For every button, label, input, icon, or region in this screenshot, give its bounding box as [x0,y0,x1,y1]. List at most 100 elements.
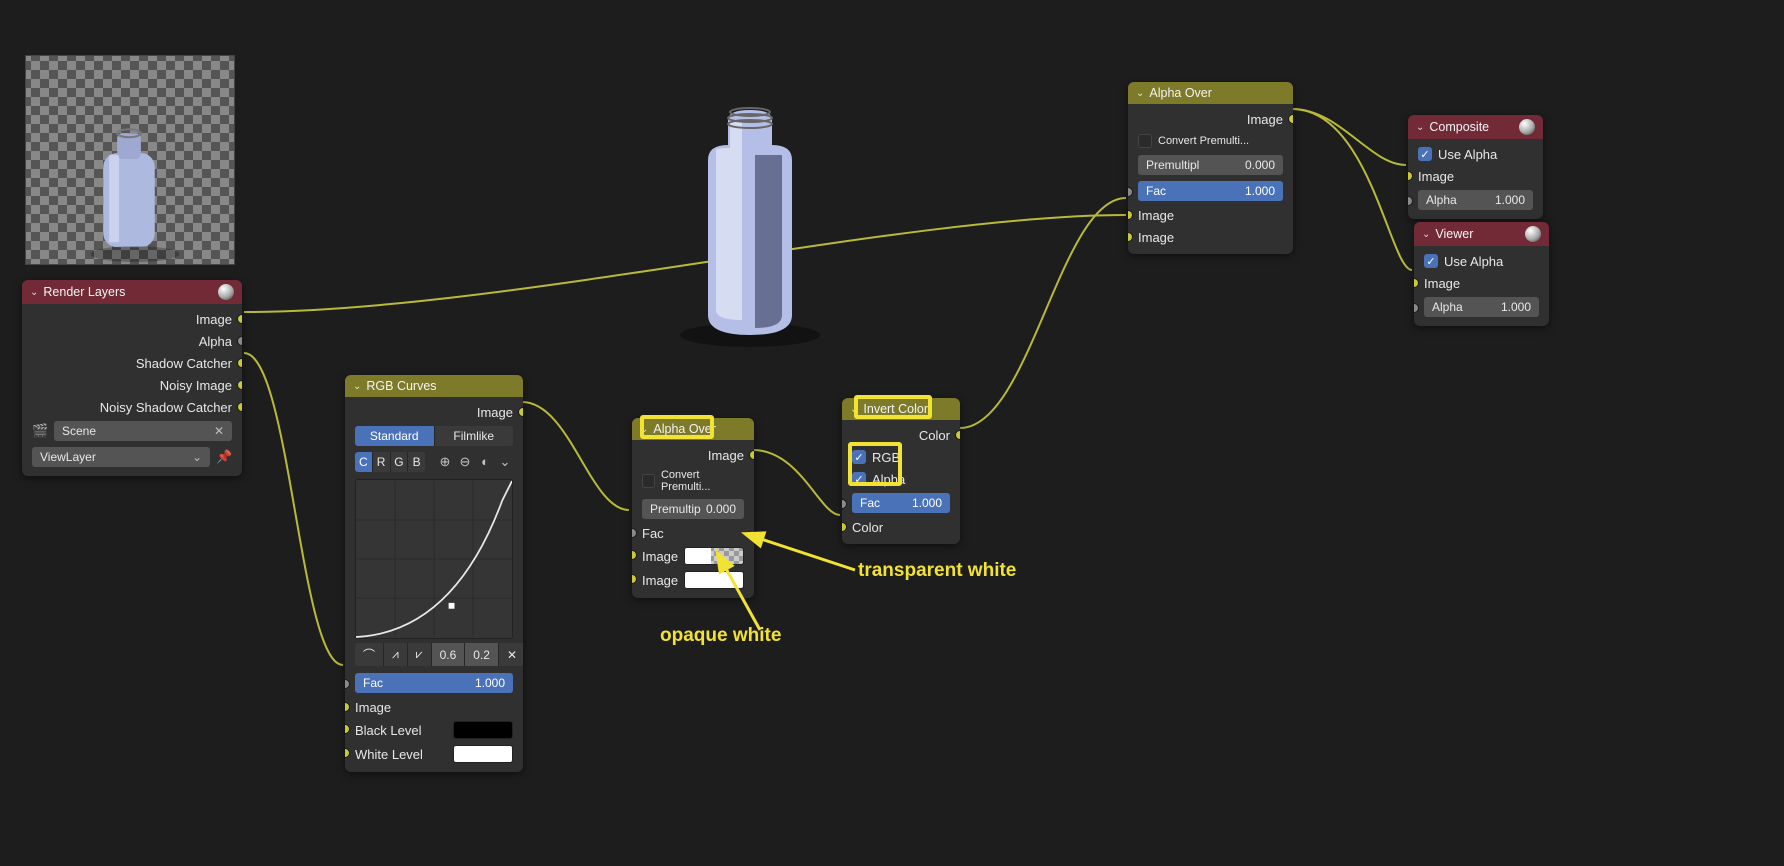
convert-checkbox[interactable] [642,474,655,488]
node-header[interactable]: ⌄ Alpha Over [632,418,754,440]
use-alpha-label: Use Alpha [1438,147,1497,162]
handle-auto-icon[interactable]: ⌒ [355,643,384,666]
convert-checkbox[interactable] [1138,134,1152,148]
convert-label: Convert Premulti... [661,469,744,493]
alpha-label: Alpha [872,472,905,487]
output-noisy-shadow: Noisy Shadow Catcher [100,400,232,415]
input-white: White Level [355,747,423,762]
chevron-down-icon: ⌄ [640,424,648,435]
fac-field[interactable]: Fac1.000 [1138,181,1283,201]
premul-field[interactable]: Premultip0.000 [642,499,744,519]
node-title: Render Layers [43,285,125,299]
handle-vector-icon[interactable]: ⩘ [384,643,408,666]
handle-type-row[interactable]: ⌒ ⩘ ⩗ 0.6 0.2 ✕ [355,643,513,666]
x-field[interactable]: 0.6 [432,643,466,666]
output-image: Image [477,405,513,420]
convert-label: Convert Premulti... [1158,135,1249,147]
node-header[interactable]: ⌄ Invert Color [842,398,960,420]
handle-free-icon[interactable]: ⩗ [408,643,432,666]
tab-standard[interactable]: Standard [355,426,435,446]
input-image: Image [1424,276,1460,291]
preview-sphere-icon[interactable] [1525,226,1541,242]
node-title: Alpha Over [653,422,716,436]
chevron-down-icon: ⌄ [1422,229,1430,240]
chevron-down-icon: ⌄ [850,404,858,415]
output-image: Image [1247,112,1283,127]
node-title: Alpha Over [1149,86,1212,100]
render-thumbnail [25,55,235,265]
preview-sphere-icon[interactable] [218,284,234,300]
channel-tabs[interactable]: C R G B [355,452,425,472]
output-image: Image [708,448,744,463]
node-alpha-over-2[interactable]: ⌄ Alpha Over Image Convert Premulti... P… [1128,82,1293,254]
preview-sphere-icon[interactable] [1519,119,1535,135]
alpha-field[interactable]: Alpha1.000 [1424,297,1539,317]
fac-field[interactable]: Fac1.000 [355,673,513,693]
node-title: Viewer [1435,227,1473,241]
fac-field[interactable]: Fac1.000 [852,493,950,513]
scene-field[interactable]: Scene✕ [54,421,232,441]
premul-field[interactable]: Premultipl0.000 [1138,155,1283,175]
node-header[interactable]: ⌄ Alpha Over [1128,82,1293,104]
node-invert-color[interactable]: ⌄ Invert Color Color ✓ RGB ✓ Alpha Fac1.00… [842,398,960,544]
delete-point-button[interactable]: ✕ [499,643,523,666]
zoom-out-icon[interactable]: ⊖ [457,454,473,470]
input-image-1: Image [642,549,678,564]
viewer-backdrop [650,100,850,350]
image1-swatch[interactable] [684,547,744,565]
channel-c[interactable]: C [355,452,373,472]
white-swatch[interactable] [453,745,513,763]
input-black: Black Level [355,723,421,738]
chevron-down-icon: ⌄ [1136,88,1144,99]
output-alpha: Alpha [199,334,232,349]
rgb-label: RGB [872,450,900,465]
input-image-2: Image [1138,230,1174,245]
node-title: Composite [1429,120,1489,134]
node-render-layers[interactable]: ⌄ Render Layers Image Alpha Shadow Catch… [22,280,242,476]
tab-filmlike[interactable]: Filmlike [435,426,514,446]
scene-icon: 🎬 [32,423,48,439]
chevron-down-icon: ⌄ [192,450,202,464]
chevron-down-icon: ⌄ [353,381,361,392]
close-icon[interactable]: ✕ [214,424,224,438]
channel-r[interactable]: R [373,452,391,472]
input-fac: Fac [642,526,664,541]
image2-swatch[interactable] [684,571,744,589]
node-title: Invert Color [863,402,928,416]
tone-tabs[interactable]: Standard Filmlike [355,426,513,446]
black-swatch[interactable] [453,721,513,739]
node-header[interactable]: ⌄ RGB Curves [345,375,523,397]
input-image-1: Image [1138,208,1174,223]
node-composite[interactable]: ⌄ Composite ✓ Use Alpha Image Alpha1.000 [1408,115,1543,219]
node-header[interactable]: ⌄ Viewer [1414,222,1549,246]
rgb-checkbox[interactable]: ✓ [852,450,866,464]
node-title: RGB Curves [366,379,436,393]
channel-b[interactable]: B [408,452,425,472]
alpha-checkbox[interactable]: ✓ [852,472,866,486]
use-alpha-checkbox[interactable]: ✓ [1424,254,1438,268]
input-image: Image [1418,169,1454,184]
use-alpha-label: Use Alpha [1444,254,1503,269]
node-header[interactable]: ⌄ Render Layers [22,280,242,304]
output-image: Image [196,312,232,327]
output-shadow-catcher: Shadow Catcher [136,356,232,371]
node-alpha-over-1[interactable]: ⌄ Alpha Over Image Convert Premulti... P… [632,418,754,598]
input-color: Color [852,520,883,535]
chevron-down-icon: ⌄ [30,287,38,298]
wrench-icon[interactable]: ◐ [477,454,493,470]
viewlayer-field[interactable]: ViewLayer⌄ [32,447,210,467]
channel-g[interactable]: G [391,452,409,472]
output-noisy-image: Noisy Image [160,378,232,393]
alpha-field[interactable]: Alpha1.000 [1418,190,1533,210]
zoom-in-icon[interactable]: ⊕ [437,454,453,470]
node-header[interactable]: ⌄ Composite [1408,115,1543,139]
node-viewer[interactable]: ⌄ Viewer ✓ Use Alpha Image Alpha1.000 [1414,222,1549,326]
pin-icon[interactable]: 📌 [216,449,232,465]
use-alpha-checkbox[interactable]: ✓ [1418,147,1432,161]
chevron-down-icon: ⌄ [1416,122,1424,133]
node-rgb-curves[interactable]: ⌄ RGB Curves Image Standard Filmlike C R… [345,375,523,772]
dropdown-icon[interactable]: ⌄ [497,454,513,470]
curve-editor[interactable] [355,479,513,639]
y-field[interactable]: 0.2 [465,643,499,666]
output-color: Color [919,428,950,443]
